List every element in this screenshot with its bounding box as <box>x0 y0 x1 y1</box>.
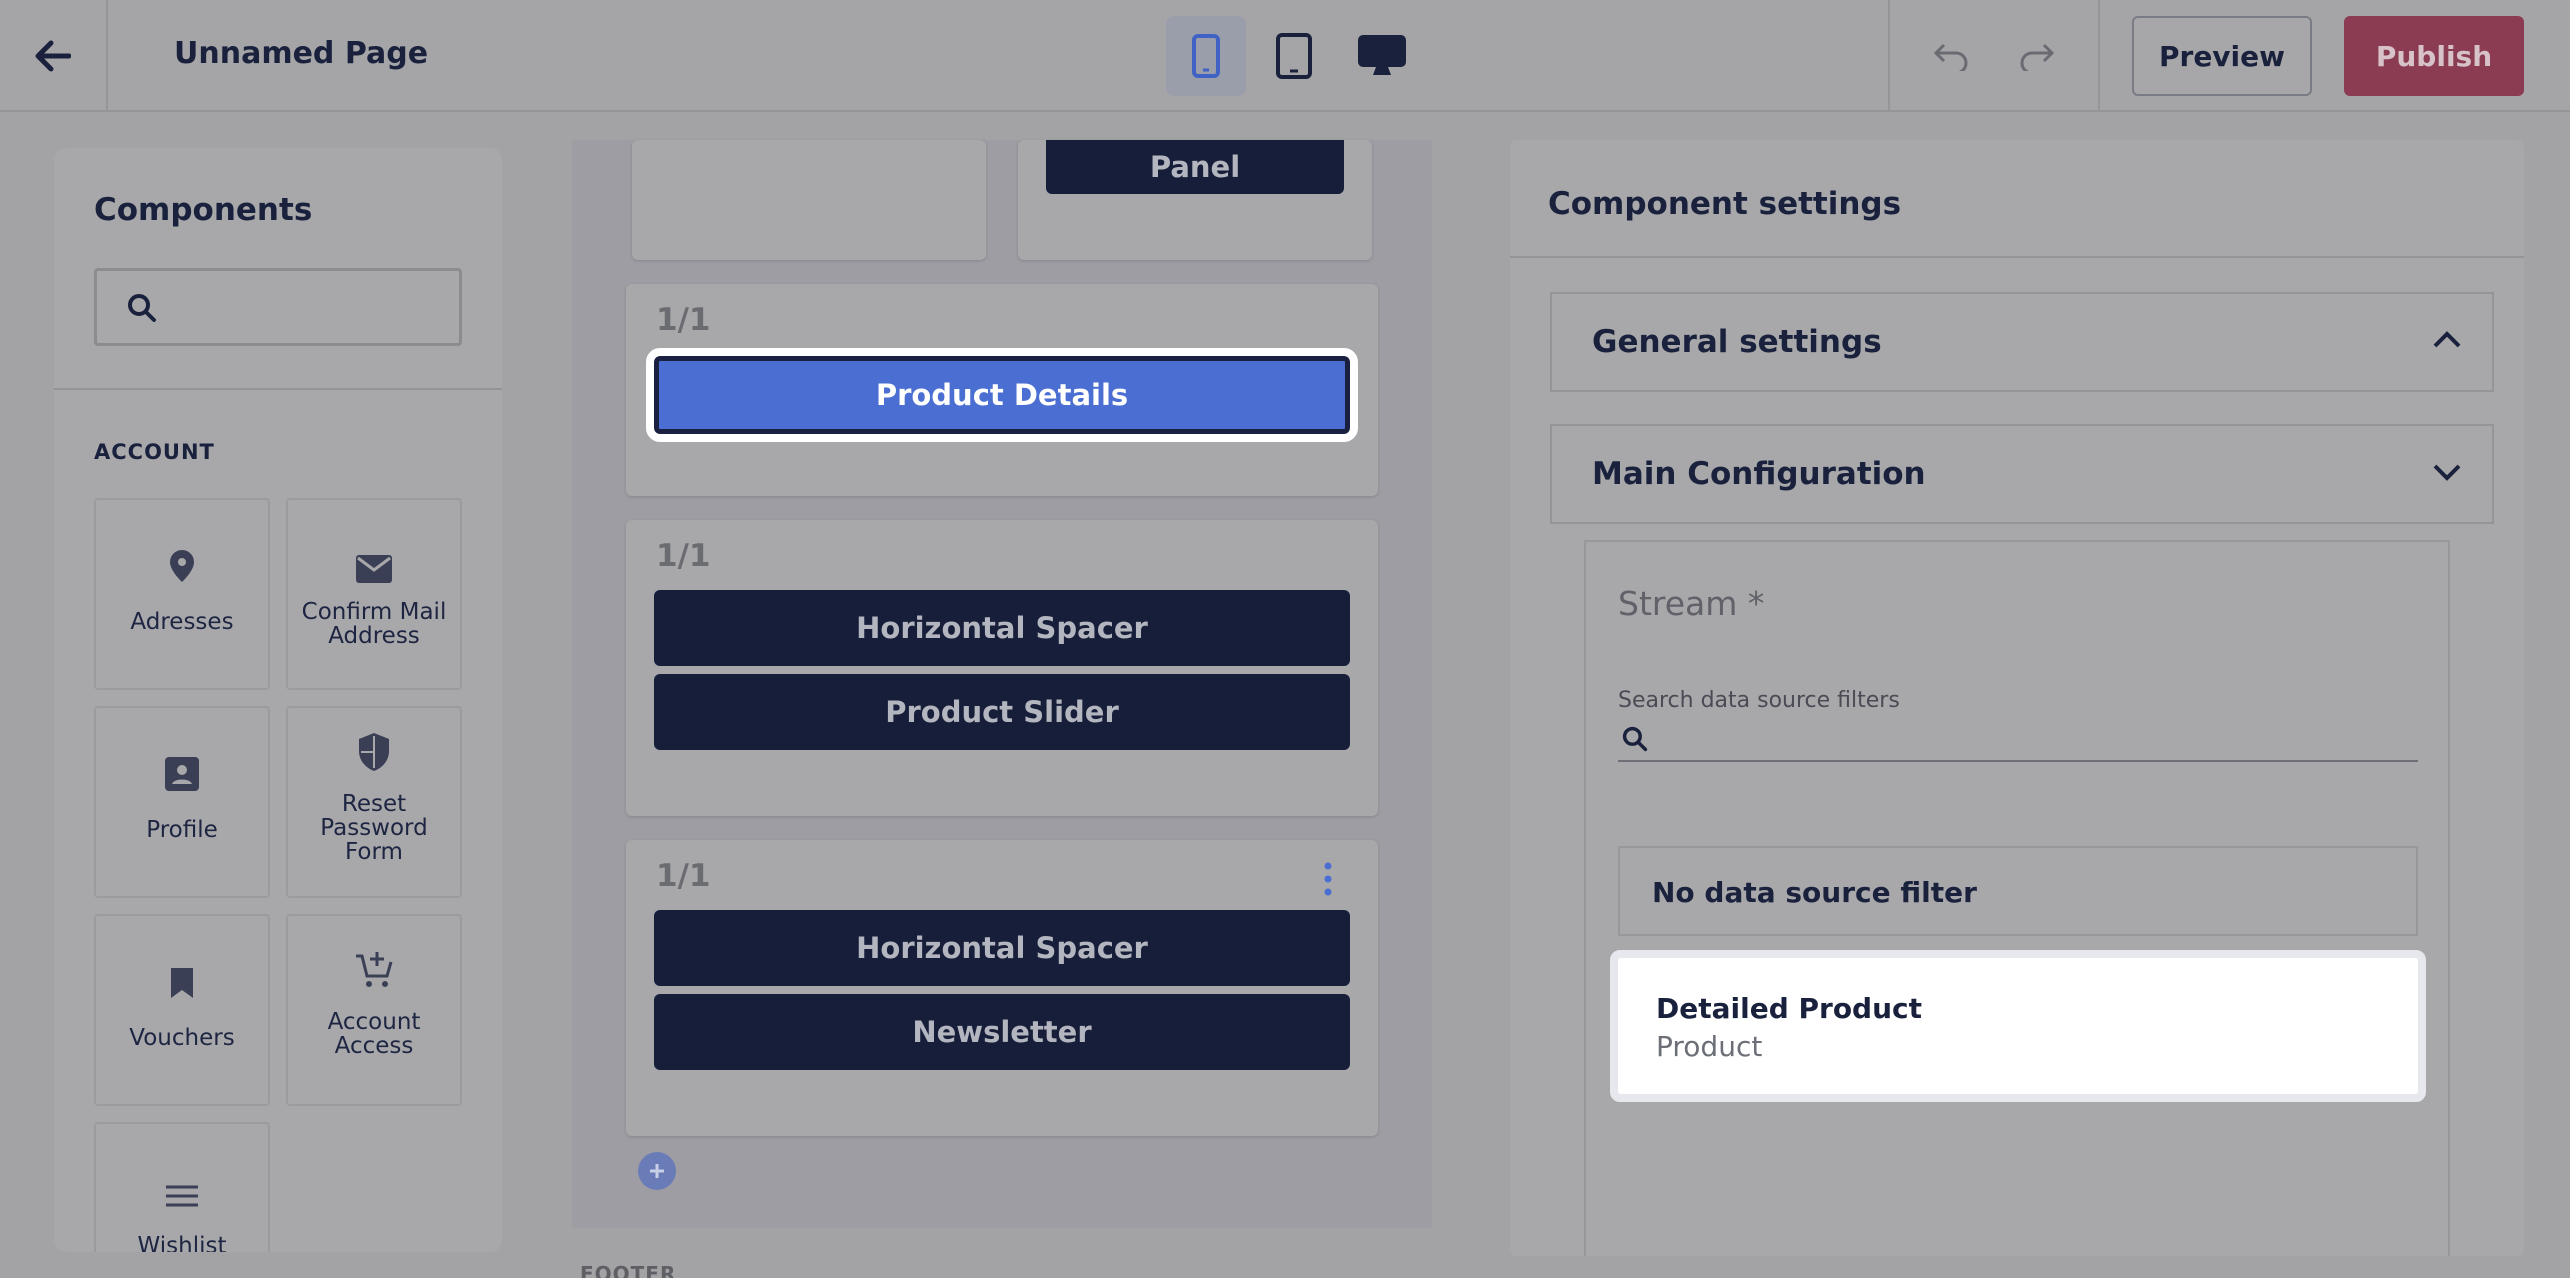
components-search-input[interactable] <box>94 268 462 346</box>
component-tile-label: Profile <box>146 817 218 843</box>
component-tile-label: Account Access <box>327 1009 421 1059</box>
desktop-icon <box>1358 35 1406 75</box>
chevron-up-icon <box>2433 331 2461 348</box>
block-newsletter[interactable]: Newsletter <box>654 994 1350 1070</box>
component-tile-reset-password[interactable]: Reset Password Form <box>286 706 462 898</box>
mobile-view-button[interactable] <box>1166 16 1246 96</box>
column-width-label: 1/1 <box>656 538 711 574</box>
filter-option-none[interactable]: No data source filter <box>1618 846 2418 936</box>
column-width-label: 1/1 <box>656 858 711 894</box>
block-horizontal-spacer[interactable]: Horizontal Spacer <box>654 590 1350 666</box>
mail-icon <box>356 555 392 583</box>
publish-button[interactable]: Publish <box>2344 16 2524 96</box>
component-tile-account-access[interactable]: Account Access <box>286 914 462 1106</box>
footer-label: FOOTER <box>580 1262 677 1278</box>
redo-icon[interactable] <box>2016 41 2056 71</box>
components-title: Components <box>94 192 313 228</box>
canvas-section-3[interactable] <box>626 840 1378 1136</box>
divider <box>54 388 502 390</box>
component-tile-confirm-mail[interactable]: Confirm Mail Address <box>286 498 462 690</box>
arrow-left-icon <box>35 40 71 72</box>
components-panel: Components ACCOUNT Adresses Confirm Mail… <box>54 148 502 1252</box>
block-panel[interactable]: Panel <box>1046 140 1344 194</box>
stream-field-label: Stream * <box>1618 584 1765 623</box>
chevron-down-icon <box>2433 464 2461 481</box>
back-button[interactable] <box>0 0 108 112</box>
component-tile-label: Confirm Mail Address <box>301 599 447 649</box>
top-bar: Unnamed Page Preview Publish <box>0 0 2570 112</box>
divider <box>1510 256 2524 258</box>
component-settings-panel: Component settings General settings Main… <box>1510 140 2524 1256</box>
component-tile-label: Vouchers <box>129 1025 235 1051</box>
settings-title: Component settings <box>1548 186 1902 222</box>
canvas-column-empty[interactable] <box>632 140 986 260</box>
data-source-search-input[interactable] <box>1618 712 2418 762</box>
canvas-section-2[interactable] <box>626 520 1378 816</box>
device-switcher <box>1166 16 1422 96</box>
column-width-label: 1/1 <box>656 302 711 338</box>
accordion-label: General settings <box>1592 324 1882 360</box>
phone-icon <box>1192 34 1220 78</box>
location-pin-icon <box>170 550 194 582</box>
shield-icon <box>359 733 389 771</box>
filter-option-title: Detailed Product <box>1656 992 1923 1025</box>
block-product-details[interactable]: Product Details <box>646 348 1358 442</box>
component-tile-label: Adresses <box>130 609 234 635</box>
more-options-icon[interactable] <box>1322 862 1334 896</box>
add-section-button[interactable] <box>638 1152 676 1190</box>
undo-icon[interactable] <box>1932 41 1972 71</box>
component-tile-wishlist[interactable]: Wishlist <box>94 1122 270 1252</box>
tablet-icon <box>1276 33 1312 79</box>
component-tile-label: Reset Password Form <box>320 791 428 865</box>
list-icon <box>166 1185 198 1207</box>
component-tile-label: Wishlist <box>137 1233 227 1252</box>
accordion-label: Main Configuration <box>1592 456 1926 492</box>
filter-option-label: No data source filter <box>1652 876 1977 909</box>
filter-option-detailed-product[interactable]: Detailed Product Product <box>1610 950 2426 1102</box>
component-tile-profile[interactable]: Profile <box>94 706 270 898</box>
component-tile-vouchers[interactable]: Vouchers <box>94 914 270 1106</box>
search-filters-label: Search data source filters <box>1618 688 1900 713</box>
desktop-view-button[interactable] <box>1342 16 1422 96</box>
filter-option-subtitle: Product <box>1656 1030 1763 1063</box>
block-horizontal-spacer[interactable]: Horizontal Spacer <box>654 910 1350 986</box>
preview-button[interactable]: Preview <box>2132 16 2312 96</box>
cart-add-icon <box>356 952 393 987</box>
history-controls <box>1888 0 2100 112</box>
page-title: Unnamed Page <box>174 36 429 71</box>
bookmark-icon <box>171 968 193 998</box>
search-icon <box>128 294 156 322</box>
tablet-view-button[interactable] <box>1254 16 1334 96</box>
plus-icon <box>650 1164 664 1178</box>
component-tile-adresses[interactable]: Adresses <box>94 498 270 690</box>
profile-card-icon <box>165 757 199 791</box>
block-product-slider[interactable]: Product Slider <box>654 674 1350 750</box>
main-configuration-accordion[interactable]: Main Configuration <box>1550 424 2494 524</box>
search-icon <box>1622 726 1648 752</box>
general-settings-accordion[interactable]: General settings <box>1550 292 2494 392</box>
group-label-account: ACCOUNT <box>94 440 215 464</box>
